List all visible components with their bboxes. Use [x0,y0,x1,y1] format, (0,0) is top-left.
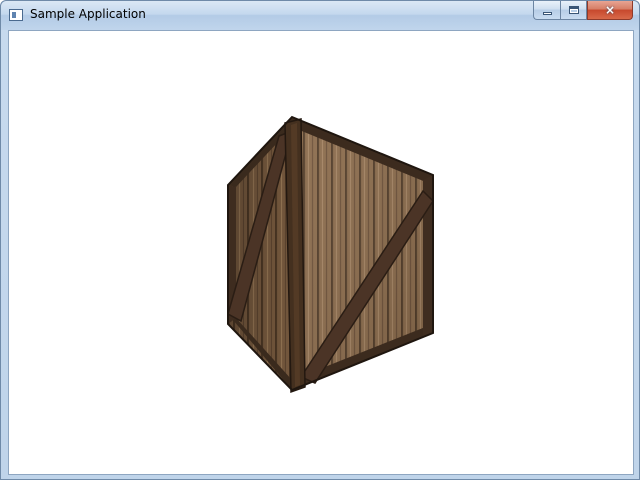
render-viewport[interactable] [8,30,634,475]
minimize-icon [542,11,552,15]
maximize-icon [568,6,579,14]
crate-left-face [227,117,294,390]
window-title: Sample Application [30,7,146,21]
maximize-button[interactable] [560,1,587,20]
close-button[interactable]: × [587,1,633,20]
application-window: Sample Application × [0,0,640,480]
crate-render [227,115,434,394]
title-bar[interactable]: Sample Application × [1,1,639,30]
caption-buttons: × [533,1,633,21]
minimize-button[interactable] [533,1,560,20]
app-icon[interactable] [9,9,23,21]
close-icon: × [604,3,616,17]
crate-right-face [292,117,434,390]
